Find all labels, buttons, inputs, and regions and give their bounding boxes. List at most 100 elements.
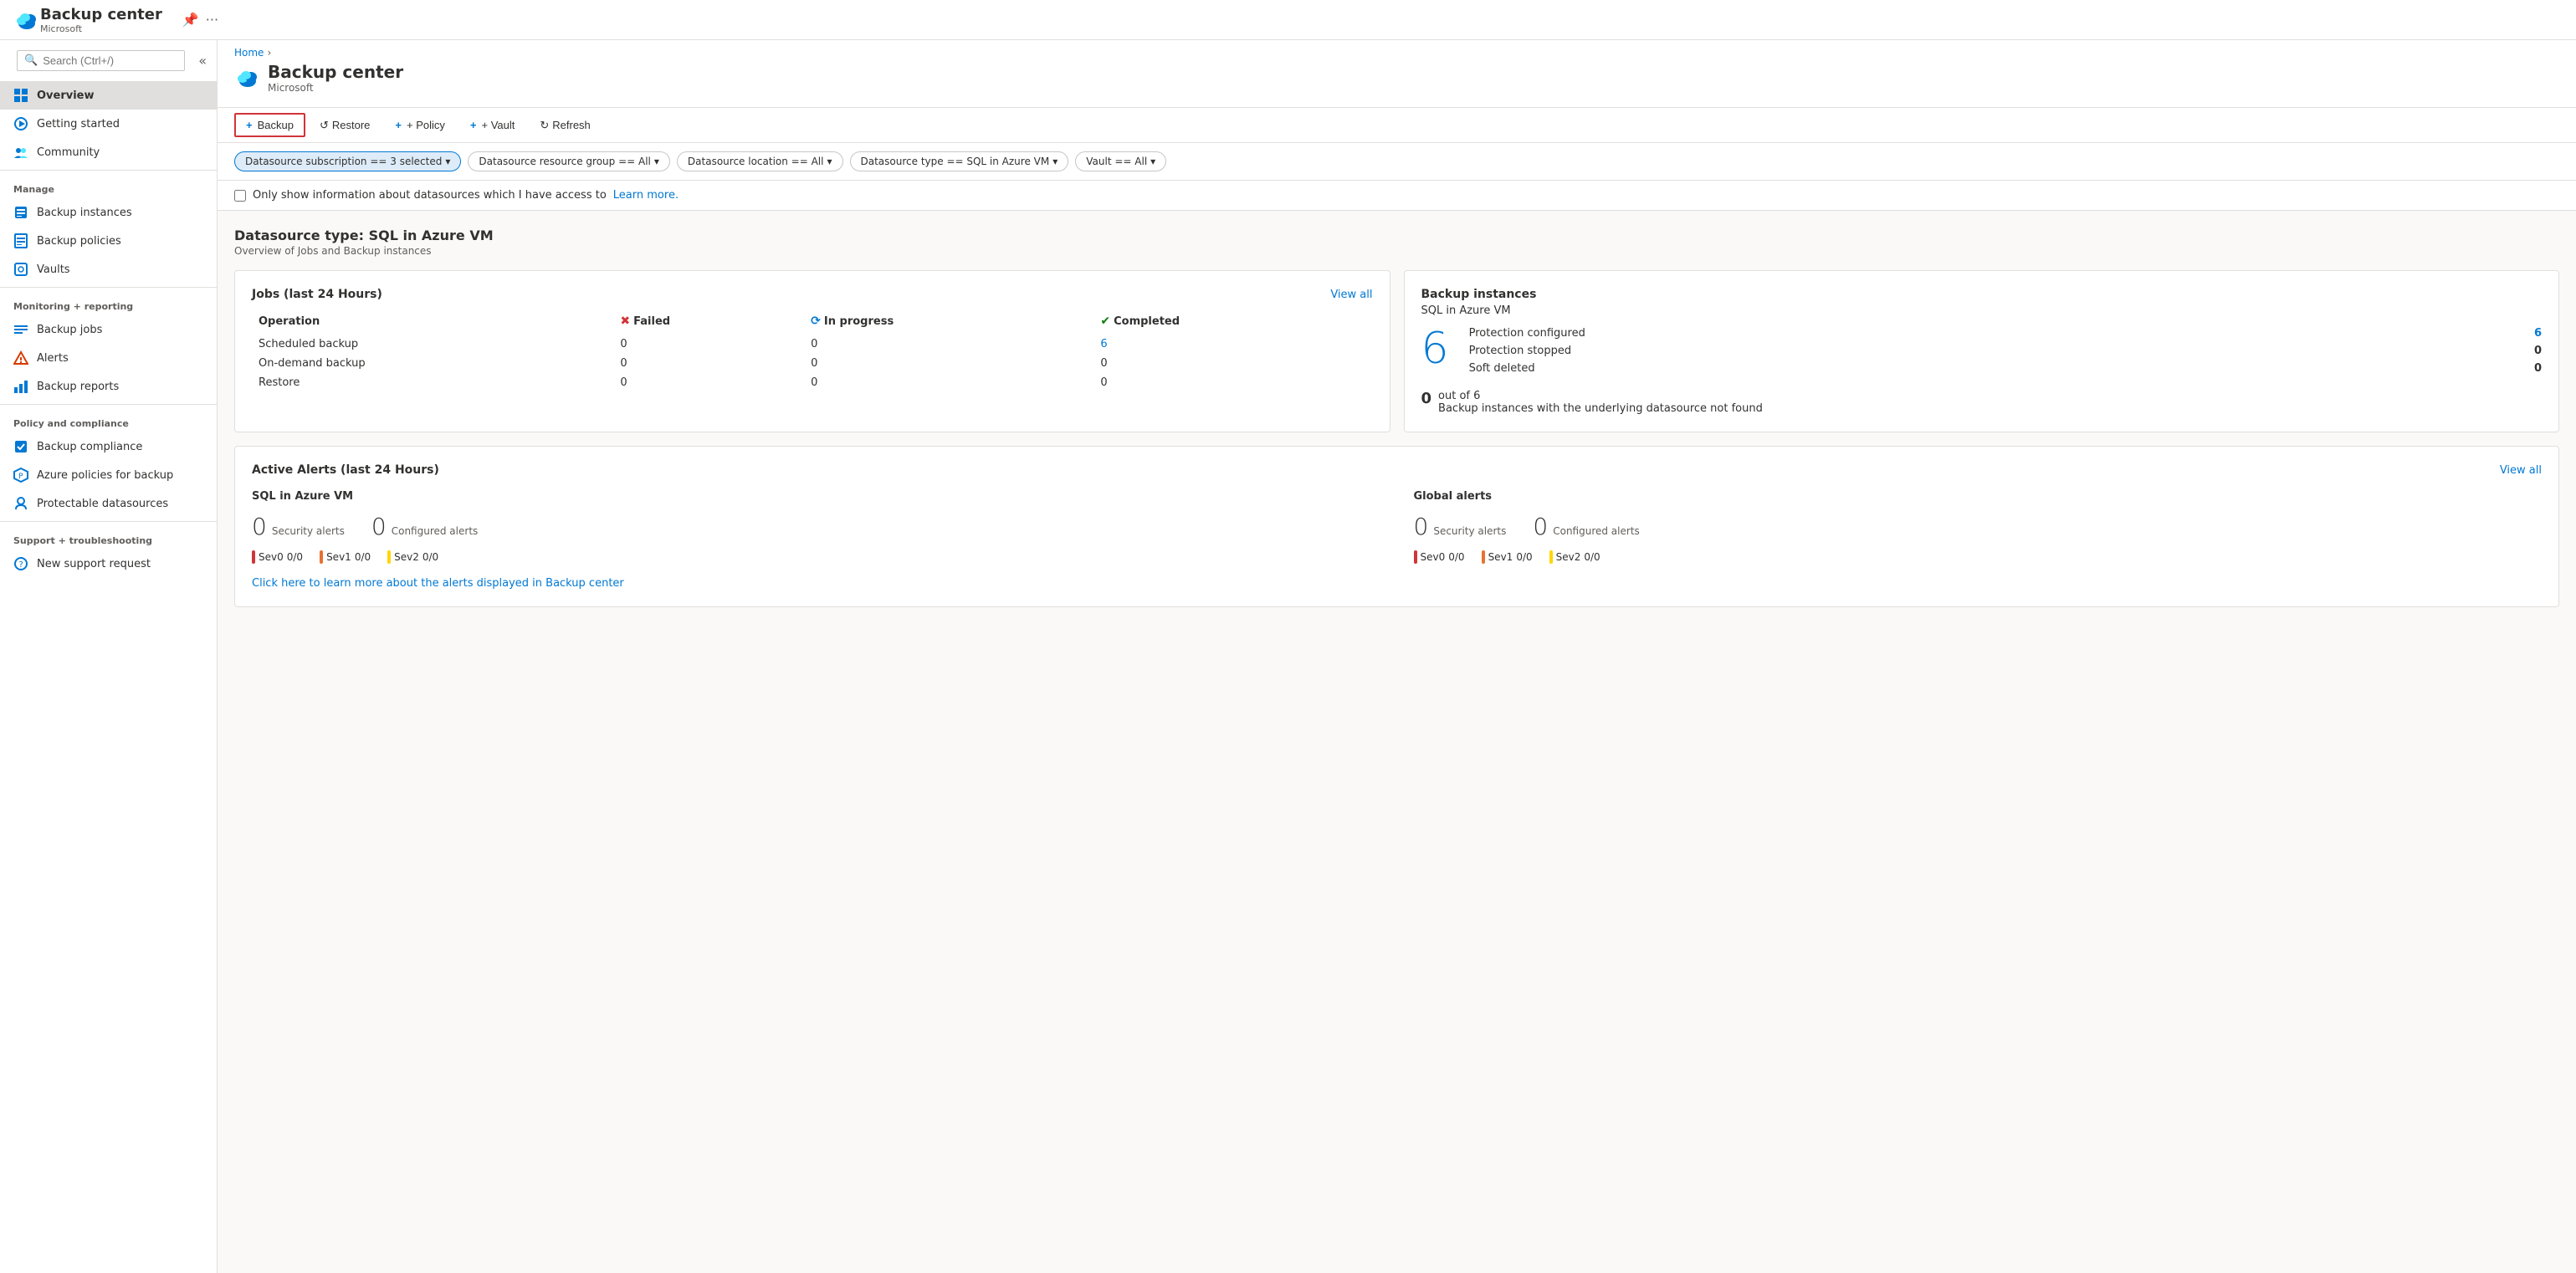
alerts-view-all-link[interactable]: View all — [2500, 464, 2542, 477]
sidebar-item-backup-reports[interactable]: Backup reports — [0, 372, 217, 401]
toolbar: + Backup ↺ Restore + + Policy + + Vault … — [218, 108, 2576, 143]
completed-link[interactable]: 6 — [1100, 338, 1107, 350]
job-failed-scheduled: 0 — [613, 335, 804, 354]
sidebar-item-vaults[interactable]: Vaults — [0, 255, 217, 284]
sidebar: 🔍 « Overview Getting started Community M… — [0, 40, 218, 1273]
sql-sev1-label: Sev1 — [326, 551, 351, 563]
policy-section-label: Policy and compliance — [0, 408, 217, 432]
sidebar-item-azure-policies[interactable]: P Azure policies for backup — [0, 461, 217, 489]
datasource-access-checkbox[interactable] — [234, 190, 246, 202]
global-sev2: Sev2 0/0 — [1549, 550, 1600, 564]
backup-button[interactable]: + Backup — [234, 113, 305, 137]
app-logo — [13, 7, 40, 33]
alerts-card: Active Alerts (last 24 Hours) View all S… — [234, 446, 2559, 607]
search-input[interactable] — [43, 54, 177, 67]
pin-icon[interactable]: 📌 — [182, 12, 199, 28]
sev2-bar — [387, 550, 391, 564]
top-cards-row: Jobs (last 24 Hours) View all Operation … — [234, 270, 2559, 432]
sql-sev0-val: 0/0 — [287, 551, 303, 563]
collapse-sidebar-button[interactable]: « — [195, 49, 210, 72]
sidebar-item-protectable-datasources-label: Protectable datasources — [37, 498, 168, 510]
policy-plus-icon: + — [395, 119, 402, 131]
sidebar-item-overview[interactable]: Overview — [0, 81, 217, 110]
protection-configured-label: Protection configured — [1469, 327, 1585, 340]
filter-chip-subscription-chevron: ▾ — [445, 156, 450, 167]
sidebar-item-community[interactable]: Community — [0, 138, 217, 166]
monitoring-section-label: Monitoring + reporting — [0, 291, 217, 315]
backup-policies-icon — [13, 233, 28, 248]
sql-security-alerts-label: Security alerts — [272, 525, 345, 537]
sql-sev1-val: 0/0 — [355, 551, 371, 563]
global-sev0-label: Sev0 — [1421, 551, 1446, 563]
global-sev2-val: 0/0 — [1584, 551, 1600, 563]
sidebar-item-backup-instances-label: Backup instances — [37, 207, 132, 219]
sidebar-item-backup-jobs[interactable]: Backup jobs — [0, 315, 217, 344]
global-sev2-bar — [1549, 550, 1553, 564]
bi-footer: 0 out of 6 Backup instances with the und… — [1421, 390, 2543, 415]
alerts-icon — [13, 350, 28, 366]
bi-footer-desc: Backup instances with the underlying dat… — [1438, 402, 1763, 415]
sidebar-item-protectable-datasources[interactable]: Protectable datasources — [0, 489, 217, 518]
policy-button[interactable]: + + Policy — [384, 114, 455, 136]
global-sev1: Sev1 0/0 — [1482, 550, 1533, 564]
home-link[interactable]: Home — [234, 47, 264, 59]
filter-chip-resource-group[interactable]: Datasource resource group == All ▾ — [468, 151, 670, 171]
alerts-global-col: Global alerts 0 Security alerts 0 Config… — [1414, 490, 2543, 564]
filter-chip-location-chevron: ▾ — [827, 156, 832, 167]
backup-plus-icon: + — [246, 119, 253, 131]
sidebar-item-alerts-label: Alerts — [37, 352, 69, 365]
protection-configured-val[interactable]: 6 — [2534, 327, 2542, 340]
global-configured-alerts: 0 Configured alerts — [1533, 513, 1639, 540]
alerts-sql-col: SQL in Azure VM 0 Security alerts 0 Conf… — [252, 490, 1380, 564]
restore-icon: ↺ — [320, 119, 329, 132]
filter-chip-type-chevron: ▾ — [1052, 156, 1058, 167]
sidebar-item-backup-jobs-label: Backup jobs — [37, 324, 102, 336]
sidebar-item-backup-compliance[interactable]: Backup compliance — [0, 432, 217, 461]
alerts-learn-link[interactable]: Click here to learn more about the alert… — [252, 577, 2542, 590]
filter-chip-vault[interactable]: Vault == All ▾ — [1075, 151, 1166, 171]
checkbox-label: Only show information about datasources … — [253, 189, 607, 202]
content-area: Home › Backup center Microsoft + — [218, 40, 2576, 1273]
more-options-icon[interactable]: ··· — [206, 12, 218, 28]
filter-chip-datasource-type[interactable]: Datasource type == SQL in Azure VM ▾ — [850, 151, 1069, 171]
refresh-icon: ↻ — [540, 119, 549, 132]
filter-chip-location[interactable]: Datasource location == All ▾ — [677, 151, 843, 171]
sev0-bar — [252, 550, 255, 564]
jobs-col-completed: ✔ Completed — [1093, 311, 1372, 335]
backup-compliance-icon — [13, 439, 28, 454]
sql-configured-alerts-count: 0 — [371, 513, 387, 540]
sidebar-item-getting-started[interactable]: Getting started — [0, 110, 217, 138]
sidebar-item-alerts[interactable]: Alerts — [0, 344, 217, 372]
job-completed-scheduled[interactable]: 6 — [1093, 335, 1372, 354]
filter-chip-vault-chevron: ▾ — [1150, 156, 1155, 167]
protectable-datasources-icon — [13, 496, 28, 511]
search-box[interactable]: 🔍 — [17, 50, 185, 71]
app-subtitle: Microsoft — [40, 23, 162, 34]
filter-chip-subscription[interactable]: Datasource subscription == 3 selected ▾ — [234, 151, 461, 171]
job-inprog-restore: 0 — [804, 373, 1093, 392]
learn-more-link[interactable]: Learn more. — [613, 189, 679, 202]
filter-chip-location-label: Datasource location == All — [688, 156, 824, 167]
sql-sev0: Sev0 0/0 — [252, 550, 303, 564]
sidebar-item-new-support[interactable]: ? New support request — [0, 550, 217, 578]
inprogress-icon: ⟳ — [811, 314, 821, 328]
bi-big-count: 6 — [1421, 327, 1449, 371]
sidebar-item-backup-instances[interactable]: Backup instances — [0, 198, 217, 227]
datasource-title: Datasource type: SQL in Azure VM — [234, 228, 2559, 243]
filter-chip-vault-label: Vault == All — [1086, 156, 1147, 167]
sql-security-alerts: 0 Security alerts — [252, 513, 345, 540]
protection-stopped-val: 0 — [2534, 345, 2542, 357]
jobs-row-scheduled: Scheduled backup 0 0 6 — [252, 335, 1373, 354]
global-sev0-val: 0/0 — [1448, 551, 1464, 563]
restore-button[interactable]: ↺ Restore — [309, 114, 381, 137]
vault-button[interactable]: + + Vault — [459, 114, 525, 136]
alerts-global-title: Global alerts — [1414, 490, 2543, 503]
bi-footer-out: out of 6 — [1438, 390, 1480, 402]
global-security-count: 0 — [1414, 513, 1429, 540]
sidebar-item-backup-policies[interactable]: Backup policies — [0, 227, 217, 255]
refresh-button[interactable]: ↻ Refresh — [529, 114, 601, 137]
jobs-view-all-link[interactable]: View all — [1330, 289, 1372, 301]
sql-sev2-label: Sev2 — [394, 551, 419, 563]
filter-chip-subscription-label: Datasource subscription == 3 selected — [245, 156, 442, 167]
sidebar-item-community-label: Community — [37, 146, 100, 159]
